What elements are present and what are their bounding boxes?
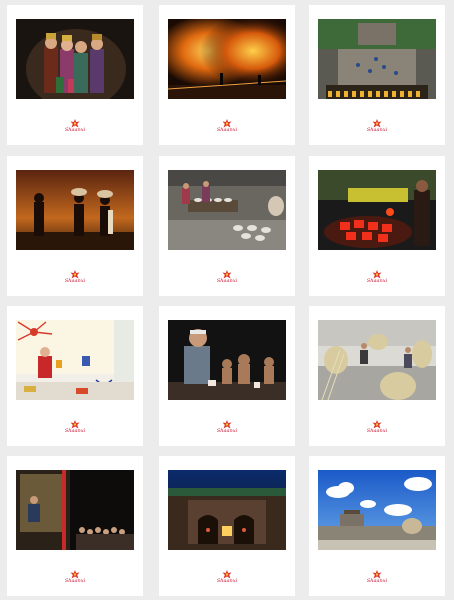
gallery-card[interactable]: Shaanxi bbox=[309, 306, 445, 446]
clay-sculptor-photo[interactable] bbox=[168, 320, 286, 400]
shaanxi-logo: Shaanxi bbox=[362, 119, 392, 139]
shaanxi-logo: Shaanxi bbox=[362, 420, 392, 440]
glowing-kiln-photo[interactable] bbox=[318, 170, 436, 250]
gallery-card[interactable]: Shaanxi bbox=[309, 456, 445, 596]
pottery-workshop-photo[interactable] bbox=[168, 170, 286, 250]
logo-text: Shaanxi bbox=[216, 428, 238, 434]
logo-text: Shaanxi bbox=[216, 127, 238, 133]
iron-flower-fireworks-photo[interactable] bbox=[168, 19, 286, 99]
shaanxi-logo: Shaanxi bbox=[60, 119, 90, 139]
shaanxi-logo: Shaanxi bbox=[60, 570, 90, 590]
shaanxi-logo: Shaanxi bbox=[362, 270, 392, 290]
logo-text: Shaanxi bbox=[366, 278, 388, 284]
gallery-card[interactable]: Shaanxi bbox=[7, 5, 143, 145]
paper-cutting-artist-photo[interactable] bbox=[16, 320, 134, 400]
logo-text: Shaanxi bbox=[64, 278, 86, 284]
aerial-courtyard-performance-photo[interactable] bbox=[318, 19, 436, 99]
gallery-card[interactable]: Shaanxi bbox=[159, 306, 295, 446]
gallery-card[interactable]: Shaanxi bbox=[309, 5, 445, 145]
photo-gallery-grid: Shaanxi Shaanxi Shaanxi Shaanxi Shaanxi … bbox=[0, 0, 454, 600]
shaanxi-logo: Shaanxi bbox=[212, 270, 242, 290]
logo-text: Shaanxi bbox=[366, 127, 388, 133]
logo-text: Shaanxi bbox=[64, 127, 86, 133]
cave-dwelling-night-photo[interactable] bbox=[168, 470, 286, 550]
shaanxi-logo: Shaanxi bbox=[60, 420, 90, 440]
gallery-card[interactable]: Shaanxi bbox=[159, 156, 295, 296]
city-wall-sky-photo[interactable] bbox=[318, 470, 436, 550]
logo-text: Shaanxi bbox=[216, 278, 238, 284]
logo-text: Shaanxi bbox=[64, 578, 86, 584]
shaanxi-logo: Shaanxi bbox=[212, 570, 242, 590]
gallery-card[interactable]: Shaanxi bbox=[7, 156, 143, 296]
gallery-card[interactable]: Shaanxi bbox=[159, 5, 295, 145]
logo-text: Shaanxi bbox=[366, 578, 388, 584]
gallery-card[interactable]: Shaanxi bbox=[159, 456, 295, 596]
opera-performers-photo[interactable] bbox=[16, 19, 134, 99]
logo-text: Shaanxi bbox=[366, 428, 388, 434]
gallery-card[interactable]: Shaanxi bbox=[7, 306, 143, 446]
shadow-puppet-show-photo[interactable] bbox=[16, 470, 134, 550]
gallery-card[interactable]: Shaanxi bbox=[309, 156, 445, 296]
gallery-card[interactable]: Shaanxi bbox=[7, 456, 143, 596]
farmers-sunset-photo[interactable] bbox=[16, 170, 134, 250]
shaanxi-logo: Shaanxi bbox=[362, 570, 392, 590]
logo-text: Shaanxi bbox=[216, 578, 238, 584]
straw-weaving-workshop-photo[interactable] bbox=[318, 320, 436, 400]
shaanxi-logo: Shaanxi bbox=[212, 420, 242, 440]
shaanxi-logo: Shaanxi bbox=[60, 270, 90, 290]
shaanxi-logo: Shaanxi bbox=[212, 119, 242, 139]
logo-text: Shaanxi bbox=[64, 428, 86, 434]
